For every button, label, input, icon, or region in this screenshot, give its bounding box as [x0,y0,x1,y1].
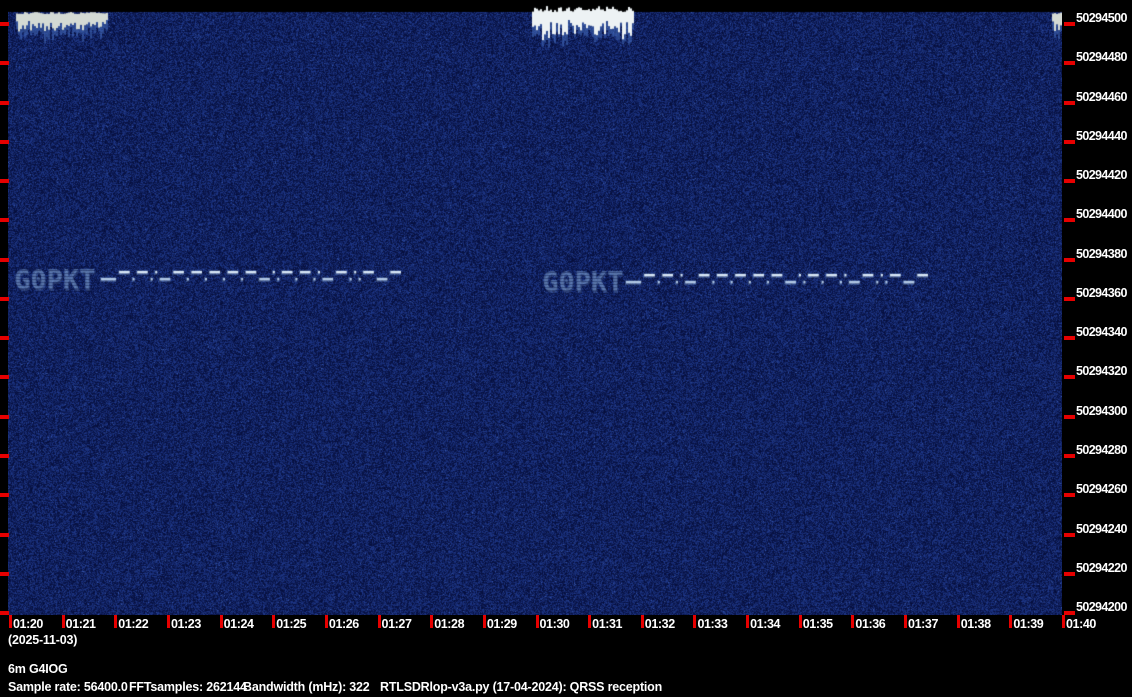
freq-label-50294260: 50294260 [1076,482,1127,496]
freq-label-50294320: 50294320 [1076,364,1127,378]
freq-label-50294480: 50294480 [1076,50,1127,64]
time-label-01:20: 01:20 [13,617,43,631]
time-tick-01:38 [957,615,960,628]
time-label-01:36: 01:36 [855,617,885,631]
band-station-label: 6m G4IOG [8,662,68,676]
freq-tick-right-50294200 [1064,611,1075,615]
time-label-01:38: 01:38 [961,617,991,631]
time-tick-01:24 [220,615,223,628]
time-label-01:21: 01:21 [66,617,96,631]
freq-tick-right-50294460 [1064,101,1075,105]
time-tick-01:35 [799,615,802,628]
freq-tick-right-50294380 [1064,258,1075,262]
freq-label-50294440: 50294440 [1076,129,1127,143]
freq-label-50294220: 50294220 [1076,561,1127,575]
time-tick-01:27 [378,615,381,628]
freq-tick-left-50294260 [0,493,9,497]
time-label-01:35: 01:35 [803,617,833,631]
freq-label-50294420: 50294420 [1076,168,1127,182]
freq-tick-left-50294380 [0,258,9,262]
freq-label-50294460: 50294460 [1076,90,1127,104]
time-tick-01:34 [746,615,749,628]
freq-tick-left-50294440 [0,140,9,144]
time-label-01:26: 01:26 [329,617,359,631]
freq-tick-left-50294200 [0,611,9,615]
freq-tick-left-50294220 [0,572,9,576]
freq-tick-right-50294300 [1064,415,1075,419]
freq-label-50294360: 50294360 [1076,286,1127,300]
time-label-01:29: 01:29 [487,617,517,631]
time-label-01:32: 01:32 [645,617,675,631]
time-tick-01:25 [272,615,275,628]
freq-tick-left-50294340 [0,336,9,340]
freq-label-50294200: 50294200 [1076,600,1127,614]
time-label-01:28: 01:28 [434,617,464,631]
time-tick-01:40 [1062,615,1065,628]
time-label-01:30: 01:30 [540,617,570,631]
freq-tick-right-50294500 [1064,22,1075,26]
freq-label-50294340: 50294340 [1076,325,1127,339]
bandwidth-label: Bandwidth (mHz): 322 [243,680,370,694]
freq-tick-right-50294360 [1064,297,1075,301]
time-tick-01:23 [167,615,170,628]
freq-tick-right-50294280 [1064,454,1075,458]
time-label-01:39: 01:39 [1013,617,1043,631]
fft-samples-label: FFTsamples: 262144 [129,680,247,694]
freq-tick-left-50294360 [0,297,9,301]
freq-label-50294300: 50294300 [1076,404,1127,418]
freq-tick-right-50294340 [1064,336,1075,340]
time-label-01:25: 01:25 [276,617,306,631]
time-label-01:22: 01:22 [118,617,148,631]
freq-label-50294400: 50294400 [1076,207,1127,221]
time-tick-01:29 [483,615,486,628]
freq-label-50294500: 50294500 [1076,11,1127,25]
freq-tick-right-50294400 [1064,218,1075,222]
freq-tick-left-50294280 [0,454,9,458]
freq-tick-right-50294440 [1064,140,1075,144]
sample-rate-label: Sample rate: 56400.0 [8,680,128,694]
freq-tick-right-50294240 [1064,533,1075,537]
qrss-grabber-screen: 50294500 50294480 50294460 50294440 50294420… [0,0,1132,697]
freq-tick-left-50294420 [0,179,9,183]
spectrogram-waterfall [8,0,1062,615]
freq-tick-right-50294220 [1064,572,1075,576]
time-tick-01:31 [588,615,591,628]
time-label-01:33: 01:33 [697,617,727,631]
time-label-01:31: 01:31 [592,617,622,631]
time-tick-01:37 [904,615,907,628]
time-tick-01:33 [693,615,696,628]
time-tick-01:21 [62,615,65,628]
time-tick-01:26 [325,615,328,628]
freq-tick-right-50294420 [1064,179,1075,183]
freq-tick-left-50294240 [0,533,9,537]
time-label-01:34: 01:34 [750,617,780,631]
date-label: (2025-11-03) [8,633,77,647]
time-label-01:27: 01:27 [382,617,412,631]
time-label-01:40: 01:40 [1066,617,1096,631]
time-label-01:37: 01:37 [908,617,938,631]
freq-tick-right-50294320 [1064,375,1075,379]
time-tick-01:30 [536,615,539,628]
time-tick-01:22 [114,615,117,628]
freq-tick-left-50294320 [0,375,9,379]
time-tick-01:36 [851,615,854,628]
freq-label-50294380: 50294380 [1076,247,1127,261]
freq-tick-right-50294480 [1064,61,1075,65]
time-label-01:23: 01:23 [171,617,201,631]
freq-tick-left-50294400 [0,218,9,222]
program-version-label: RTLSDRlop-v3a.py (17-04-2024): QRSS rece… [380,680,662,694]
freq-tick-left-50294460 [0,101,9,105]
freq-tick-left-50294300 [0,415,9,419]
time-tick-01:28 [430,615,433,628]
freq-tick-right-50294260 [1064,493,1075,497]
time-tick-01:39 [1009,615,1012,628]
freq-label-50294240: 50294240 [1076,522,1127,536]
time-tick-01:20 [9,615,12,628]
freq-label-50294280: 50294280 [1076,443,1127,457]
time-tick-01:32 [641,615,644,628]
freq-tick-left-50294500 [0,22,9,26]
freq-tick-left-50294480 [0,61,9,65]
time-label-01:24: 01:24 [224,617,254,631]
